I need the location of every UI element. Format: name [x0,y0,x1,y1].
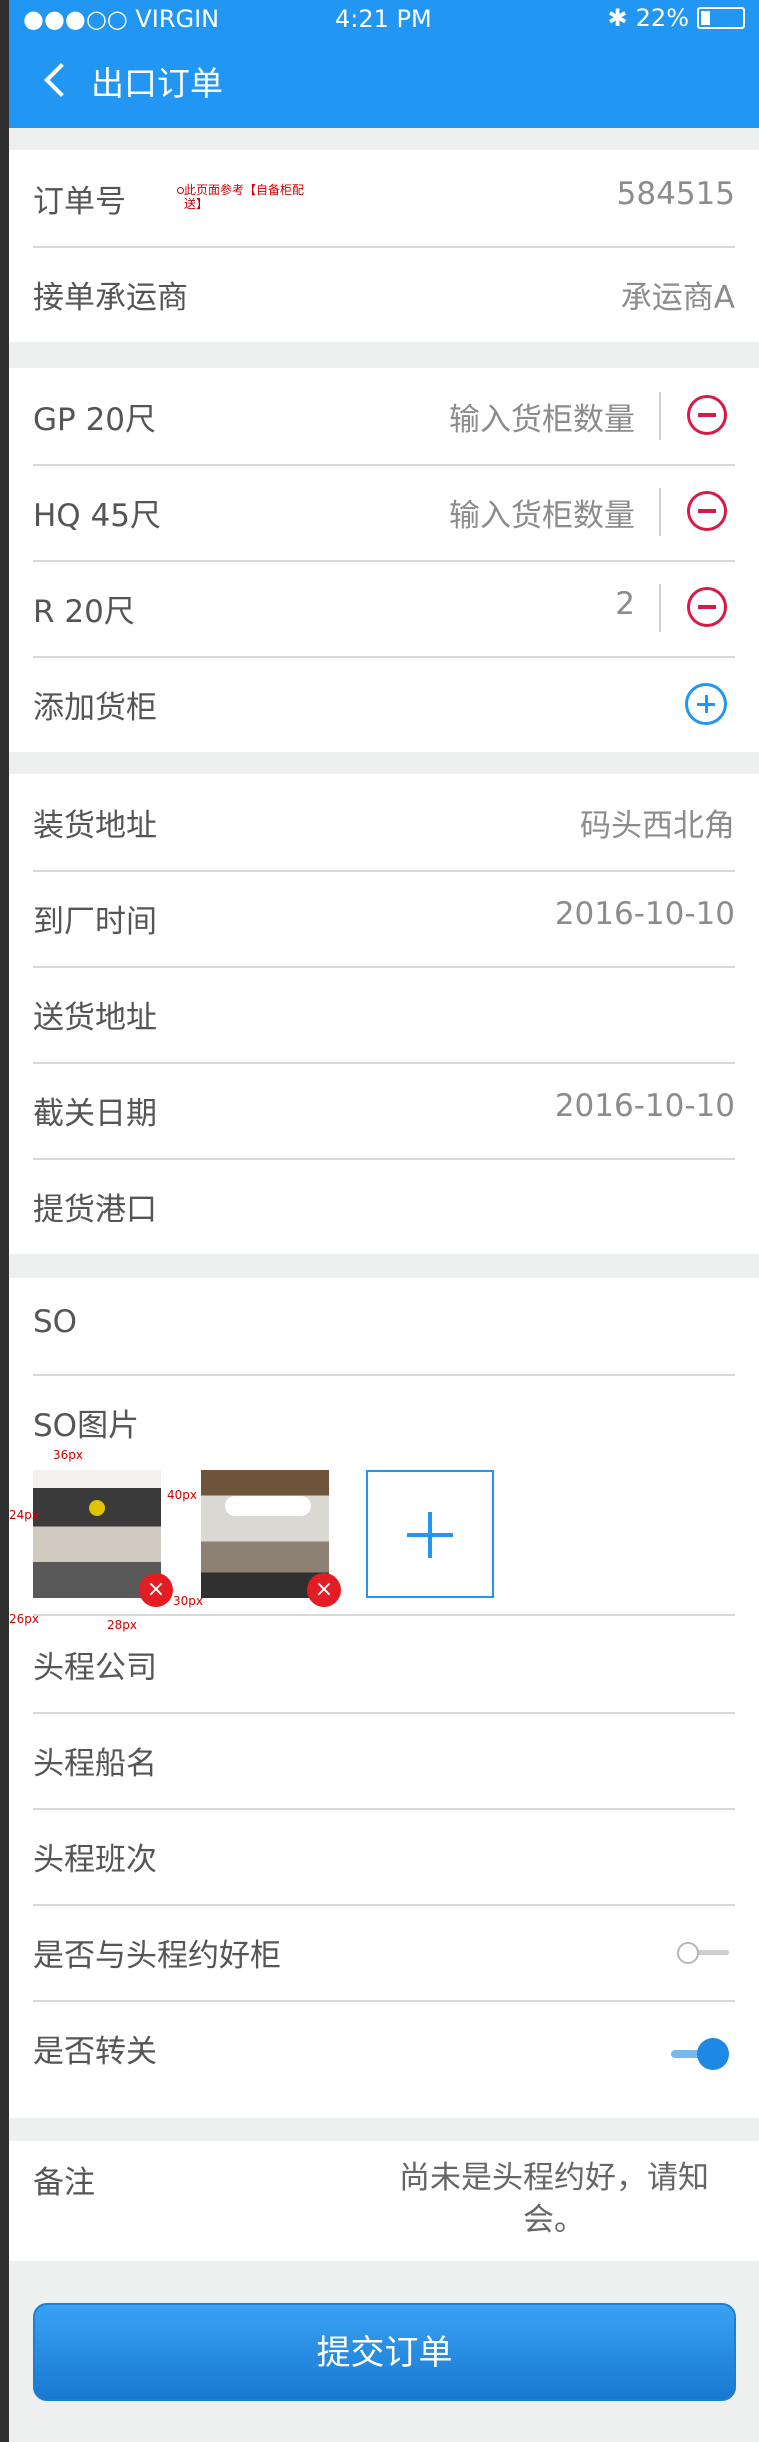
container-section: GP 20尺 输入货柜数量 HQ 45尺 输入货柜数量 R 20尺 2 添加货柜 [9,368,759,752]
order-number-value: 584515 [616,176,735,212]
shipment-section: 装货地址 码头西北角 到厂时间 2016-10-10 送货地址 截关日期 201… [9,774,759,1254]
add-container-label: 添加货柜 [33,690,157,726]
spacing-annotation: 30px [173,1594,203,1608]
loading-address-label: 装货地址 [33,808,157,844]
export-order-screen: ●●●○○ VIRGIN 4:21 PM ✱ 22% 出口订单 订单号 5845… [9,0,759,2442]
spacing-annotation: 36px [53,1448,83,1462]
remarks-text[interactable]: 尚未是头程约好，请知会。 [369,2157,739,2241]
container-reserved-row: 是否与头程约好柜 [33,1904,735,2002]
cutoff-date-row[interactable]: 截关日期 2016-10-10 [33,1062,735,1160]
so-row[interactable]: SO [33,1278,735,1376]
back-button[interactable] [39,60,81,102]
carrier-label: 接单承运商 [33,280,188,316]
loading-address-value: 码头西北角 [580,808,735,844]
remove-container-button[interactable] [687,395,727,435]
so-label: SO [33,1304,78,1340]
add-container-button[interactable] [685,683,727,725]
bluetooth-icon: ✱ [607,4,628,32]
container-type-label: GP 20尺 [33,402,157,438]
arrival-time-label: 到厂时间 [33,904,157,940]
remarks-label: 备注 [33,2165,95,2201]
battery-icon [697,7,745,29]
status-bar: ●●●○○ VIRGIN 4:21 PM ✱ 22% [9,0,759,40]
customs-transfer-row: 是否转关 [33,2000,735,2096]
first-leg-voyage-label: 头程班次 [33,1842,157,1878]
so-images-label: SO图片 [33,1408,140,1444]
container-quantity-input[interactable]: 输入货柜数量 [449,394,635,439]
left-edge [0,0,9,2442]
container-reserved-label: 是否与头程约好柜 [33,1938,281,1974]
first-leg-company-label: 头程公司 [33,1650,157,1686]
clock-time: 4:21 PM [335,5,432,33]
row-divider [659,584,661,632]
loading-address-row[interactable]: 装货地址 码头西北角 [33,774,735,872]
order-number-row: 订单号 584515 [33,150,735,248]
so-and-first-leg-section: SO SO图片 头程公司 头程船名 头程班次 是否与头程约好柜 是否转关 [9,1278,759,2118]
carrier-value: 承运商A [620,280,735,316]
navigation-bar: 出口订单 [9,50,223,112]
spacing-annotation: 26px [9,1612,39,1626]
pickup-port-label: 提货港口 [33,1192,157,1228]
first-leg-vessel-row[interactable]: 头程船名 [33,1712,735,1810]
remove-image-button[interactable]: × [139,1573,173,1607]
carrier-row[interactable]: 接单承运商 承运商A [33,246,735,342]
container-type-label: R 20尺 [33,594,135,630]
upload-image-button[interactable] [366,1470,494,1598]
design-note: 此页面参考【自备柜配 送】 [176,183,305,211]
order-info-section: 订单号 584515 接单承运商 承运商A [9,150,759,342]
row-divider [659,488,661,536]
order-number-label: 订单号 [33,184,126,220]
container-quantity-input[interactable]: 输入货柜数量 [449,490,635,535]
container-row-hq45: HQ 45尺 输入货柜数量 [33,464,735,562]
delivery-address-label: 送货地址 [33,1000,157,1036]
arrival-time-value: 2016-10-10 [554,896,735,932]
carrier-name: ●●●○○ VIRGIN [23,5,220,33]
spacing-annotation: 40px [167,1488,197,1502]
spacing-annotation: 24px [9,1508,39,1522]
remove-image-button[interactable]: × [307,1573,341,1607]
first-leg-company-row[interactable]: 头程公司 [33,1616,735,1714]
pickup-port-row[interactable]: 提货港口 [33,1158,735,1254]
battery-indicator: ✱ 22% [608,4,745,32]
spacing-annotation: 28px [107,1618,137,1632]
header: ●●●○○ VIRGIN 4:21 PM ✱ 22% 出口订单 [9,0,759,128]
first-leg-vessel-label: 头程船名 [33,1746,157,1782]
first-leg-voyage-row[interactable]: 头程班次 [33,1808,735,1906]
submit-order-button[interactable]: 提交订单 [33,2303,736,2401]
remove-container-button[interactable] [687,491,727,531]
add-container-row[interactable]: 添加货柜 [33,656,735,752]
customs-transfer-toggle[interactable] [671,2038,729,2070]
container-row-r20: R 20尺 2 [33,560,735,658]
battery-percent: 22% [635,4,689,32]
container-reserved-toggle[interactable] [677,1942,729,1966]
cutoff-date-label: 截关日期 [33,1096,157,1132]
page-title: 出口订单 [91,64,223,103]
delivery-address-row[interactable]: 送货地址 [33,966,735,1064]
remove-container-button[interactable] [687,587,727,627]
container-quantity-input[interactable]: 2 [615,586,635,622]
arrival-time-row[interactable]: 到厂时间 2016-10-10 [33,870,735,968]
container-type-label: HQ 45尺 [33,498,162,534]
row-divider [659,392,661,440]
cutoff-date-value: 2016-10-10 [554,1088,735,1124]
container-row-gp20: GP 20尺 输入货柜数量 [33,368,735,466]
customs-transfer-label: 是否转关 [33,2034,157,2070]
